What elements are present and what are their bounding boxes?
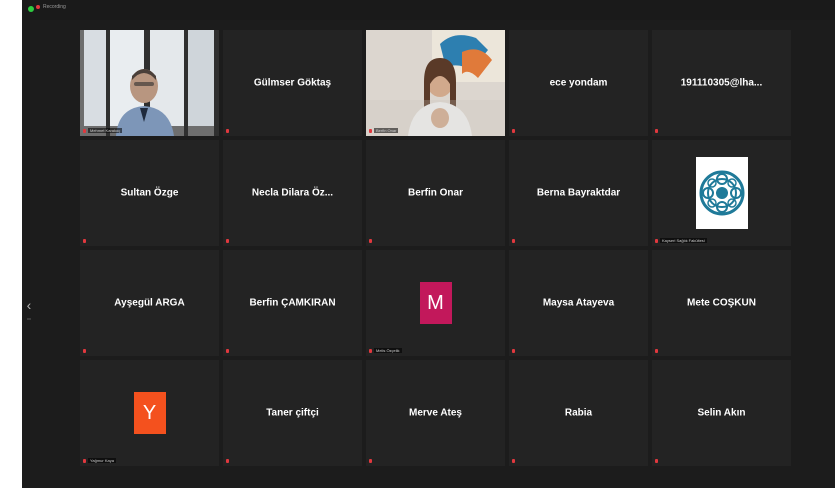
participant-tile[interactable]: Berna Bayraktdar (509, 140, 648, 246)
mic-muted-icon (512, 349, 515, 353)
participant-name: Taner çiftçi (266, 407, 319, 419)
participant-video (80, 30, 219, 136)
participant-tile[interactable]: Sultan Özge (80, 140, 219, 246)
participant-tile[interactable]: Berfin Onar (366, 30, 505, 136)
mic-muted-icon (512, 129, 515, 133)
mic-muted-icon (655, 459, 658, 463)
mic-muted-icon (83, 459, 86, 463)
participant-tile[interactable]: ece yondam (509, 30, 648, 136)
participant-tile[interactable]: Rabia (509, 360, 648, 466)
mic-muted-icon (369, 349, 372, 353)
recording-indicator[interactable]: Recording (36, 4, 66, 10)
participant-tile[interactable]: Y Yağmur Kaya (80, 360, 219, 466)
participant-tile[interactable]: Selin Akın (652, 360, 791, 466)
participant-label: Mehmet Karakoç (88, 128, 123, 133)
mic-muted-icon (512, 239, 515, 243)
mic-muted-icon (226, 239, 229, 243)
meeting-window: Recording ‹ Mehmet Karakoç Gülmser Göktaş… (22, 0, 835, 488)
top-bar: Recording (22, 0, 835, 20)
mic-muted-icon (226, 349, 229, 353)
mic-muted-icon (369, 129, 372, 133)
participant-tile[interactable]: Kayseri Sağlık Fakültesi (652, 140, 791, 246)
participant-tile[interactable]: Gülmser Göktaş (223, 30, 362, 136)
mic-muted-icon (369, 239, 372, 243)
participant-tile[interactable]: Necla Dilara Öz... (223, 140, 362, 246)
participant-name: Selin Akın (697, 407, 746, 419)
mic-muted-icon (512, 459, 515, 463)
participant-name: Sultan Özge (120, 187, 179, 199)
participant-video (366, 30, 505, 136)
participant-gallery: Mehmet Karakoç Gülmser Göktaş Berfin Onar e… (80, 30, 794, 488)
participant-label: Berfin Onar (374, 128, 399, 133)
previous-page-chevron-left-icon[interactable]: ‹ (24, 296, 34, 314)
participant-tile[interactable]: Berfin ÇAMKIRAN (223, 250, 362, 356)
mic-muted-icon (369, 459, 372, 463)
mic-muted-icon (83, 349, 86, 353)
recording-dot-icon (36, 5, 40, 9)
mic-muted-icon (655, 129, 658, 133)
participant-name: Berfin Onar (407, 187, 463, 199)
participant-tile[interactable]: 191110305@lha... (652, 30, 791, 136)
participant-name: ece yondam (549, 77, 608, 89)
participant-name: Merve Ateş (409, 407, 462, 419)
mic-muted-icon (226, 129, 229, 133)
participant-name: Berfin ÇAMKIRAN (249, 297, 336, 309)
mic-muted-icon (655, 349, 658, 353)
mic-muted-icon (655, 239, 658, 243)
university-logo (695, 157, 748, 229)
participant-name: Ayşegül ARGA (114, 297, 185, 309)
participant-tile[interactable]: Mehmet Karakoç (80, 30, 219, 136)
participant-tile[interactable]: M Melis Özçelik (366, 250, 505, 356)
participant-name: 191110305@lha... (680, 77, 763, 89)
participant-tile[interactable]: Mete COŞKUN (652, 250, 791, 356)
participant-name: Rabia (564, 407, 593, 419)
participant-tile[interactable]: Merve Ateş (366, 360, 505, 466)
participant-label: Kayseri Sağlık Fakültesi (660, 238, 707, 243)
participant-name: Gülmser Göktaş (253, 77, 332, 89)
participant-label: Yağmur Kaya (88, 458, 116, 463)
participant-tile[interactable]: Berfin Onar (366, 140, 505, 246)
participant-name: Mete COŞKUN (687, 297, 756, 309)
security-shield-icon[interactable] (28, 6, 34, 12)
participant-avatar: Y (133, 392, 166, 434)
participant-label: Melis Özçelik (374, 348, 402, 353)
participant-name: Berna Bayraktdar (536, 187, 621, 199)
mic-muted-icon (83, 129, 86, 133)
page-indicator (27, 318, 31, 320)
participant-name: Maysa Atayeva (542, 297, 615, 309)
participant-tile[interactable]: Taner çiftçi (223, 360, 362, 466)
participant-avatar: M (419, 282, 452, 324)
recording-label: Recording (43, 4, 66, 10)
participant-tile[interactable]: Ayşegül ARGA (80, 250, 219, 356)
participant-tile[interactable]: Maysa Atayeva (509, 250, 648, 356)
mic-muted-icon (83, 239, 86, 243)
mic-muted-icon (226, 459, 229, 463)
participant-name: Necla Dilara Öz... (251, 187, 334, 199)
